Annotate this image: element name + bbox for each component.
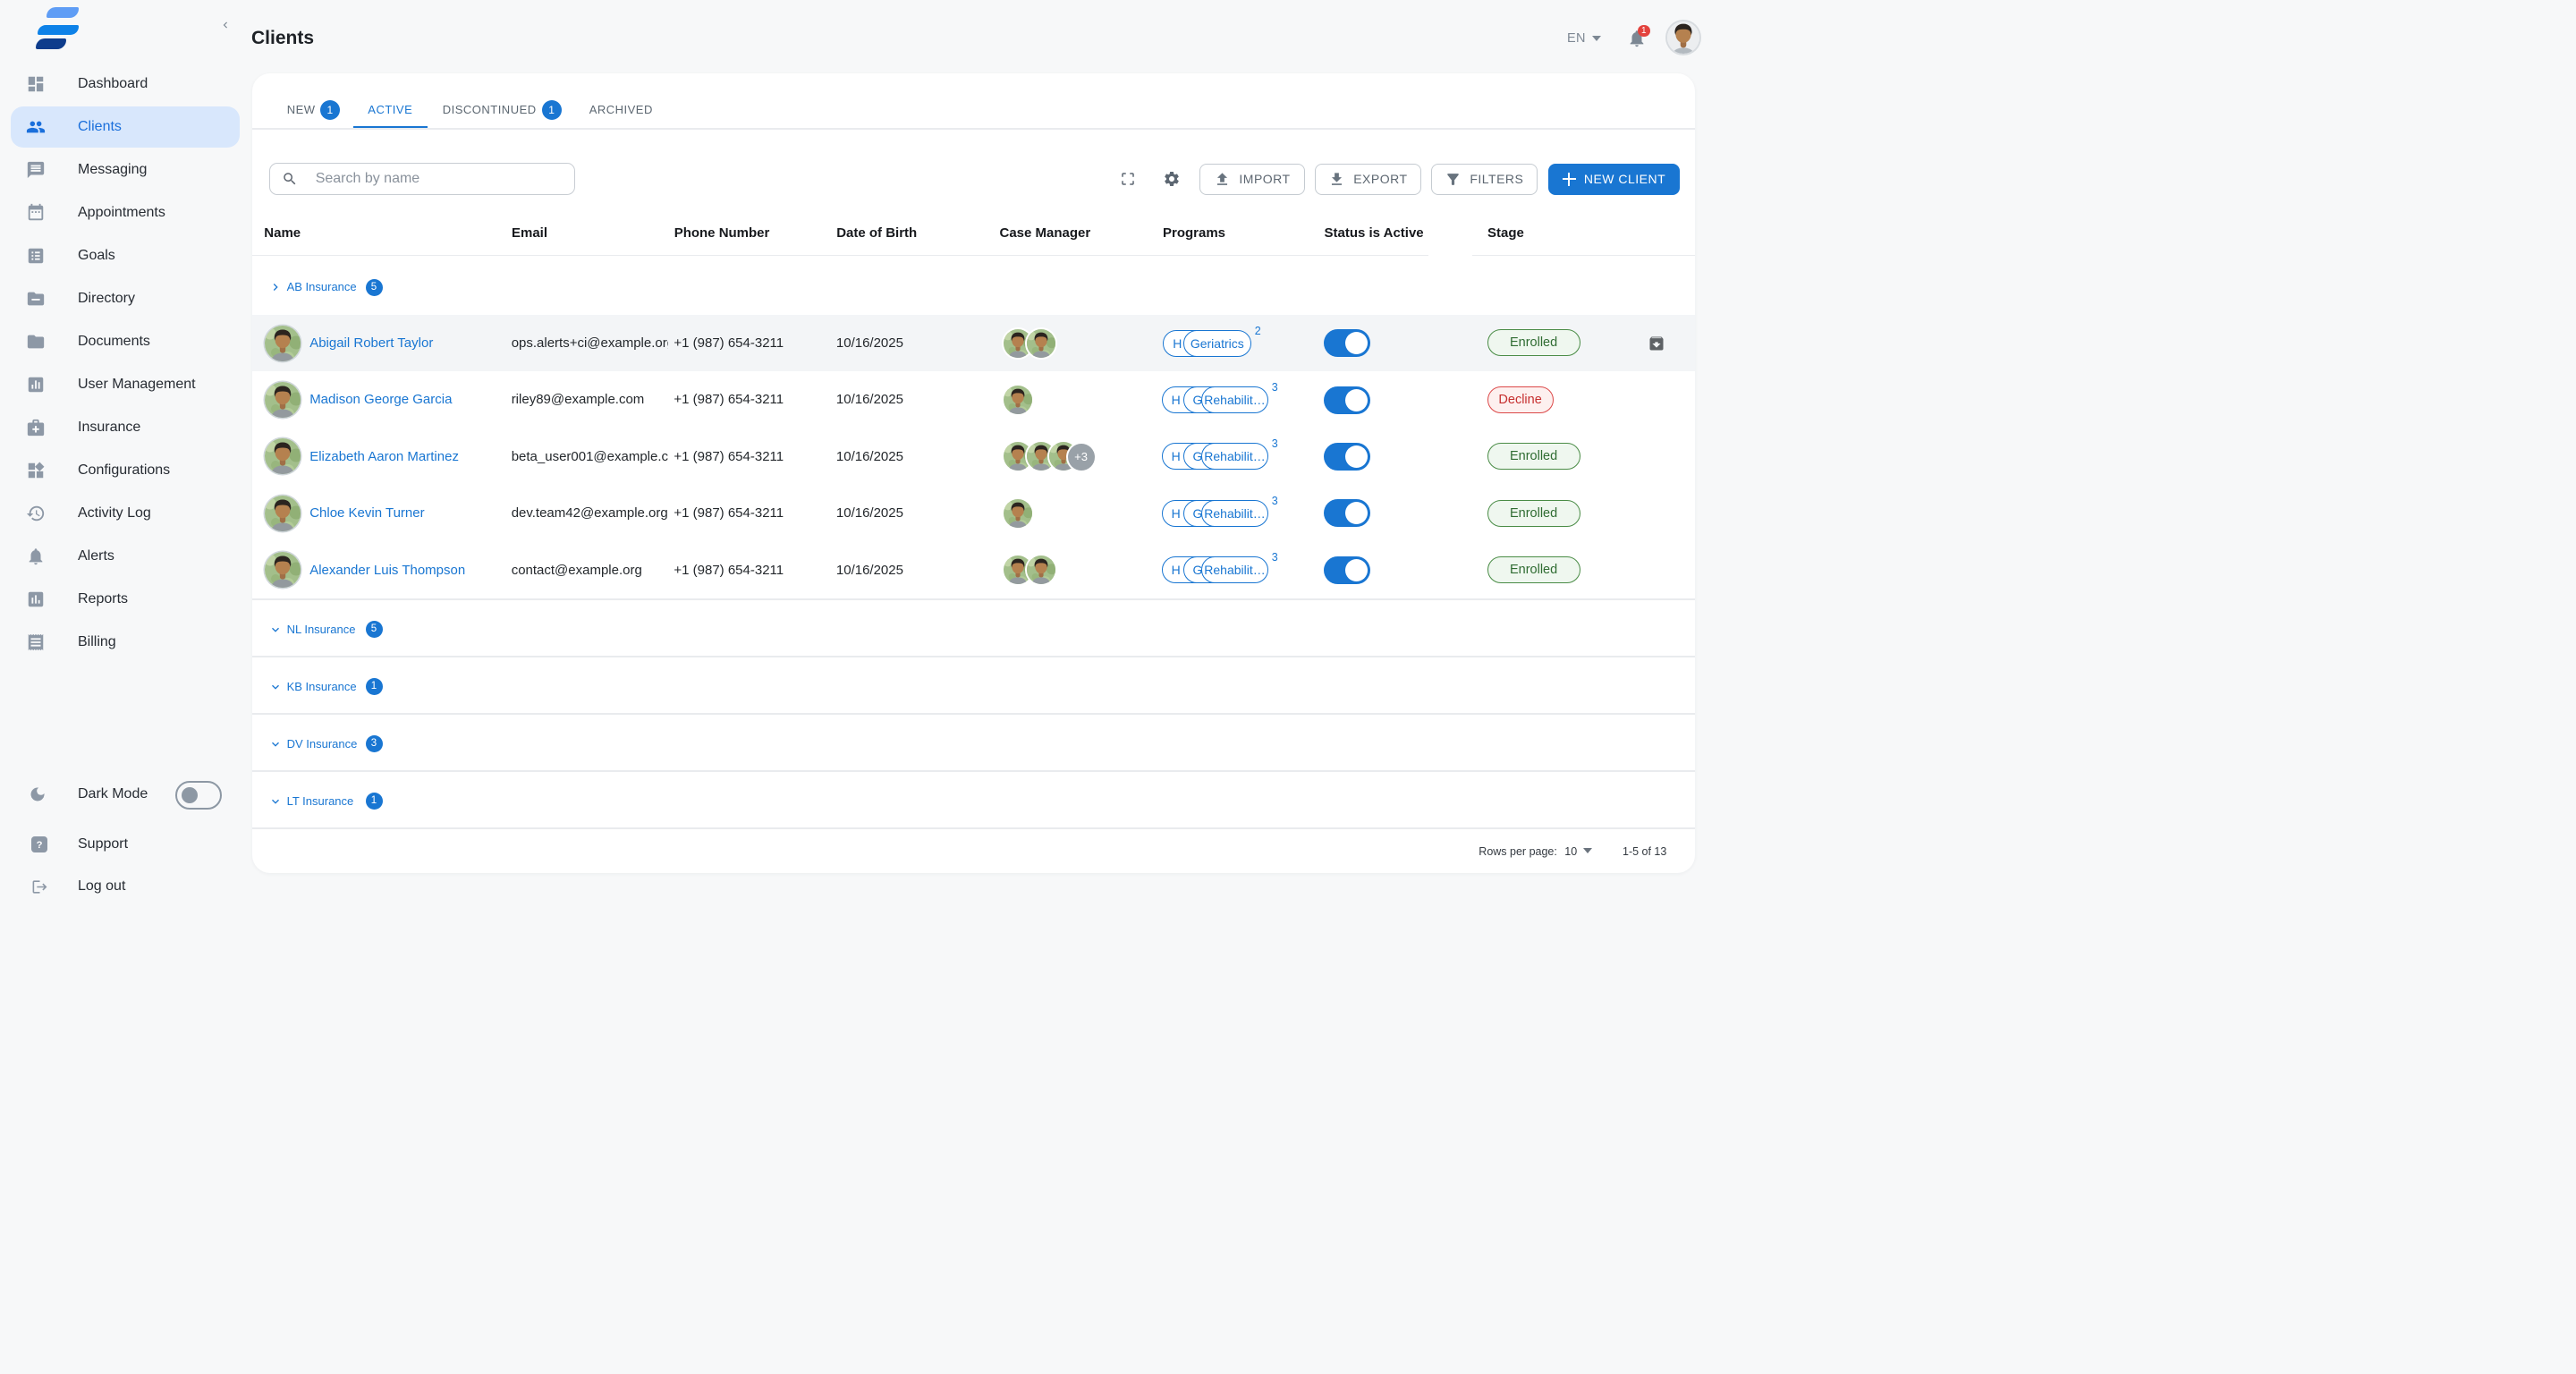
svg-text:?: ? [37, 840, 43, 851]
